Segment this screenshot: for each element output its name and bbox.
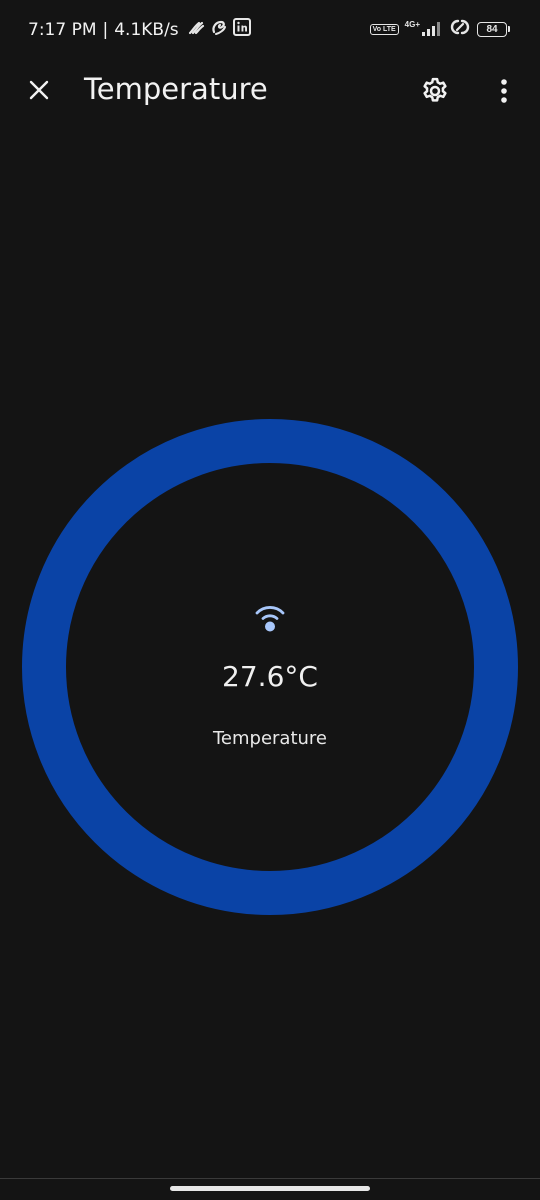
- status-left: 7:17 PM | 4.1KB/s: [28, 18, 251, 41]
- page-title: Temperature: [84, 72, 268, 106]
- status-right: Vo LTE 4G+ 84: [369, 18, 510, 40]
- airtel-icon: [187, 20, 205, 40]
- more-vert-icon: [501, 79, 507, 103]
- status-bar: 7:17 PM | 4.1KB/s Vo LTE 4G+ 84: [0, 0, 540, 62]
- more-options-button[interactable]: [486, 70, 522, 112]
- status-separator: |: [102, 19, 109, 40]
- hotspot-icon: [449, 18, 471, 40]
- notification-icons: [187, 18, 251, 41]
- gear-icon: [423, 77, 447, 102]
- close-button[interactable]: [20, 71, 58, 109]
- volte-label: Vo LTE: [372, 25, 396, 33]
- settings-button[interactable]: [414, 70, 456, 112]
- temperature-gauge[interactable]: 27.6°C Temperature: [22, 419, 518, 915]
- sensor-signal-icon: [255, 606, 285, 632]
- clock: 7:17 PM: [28, 19, 97, 40]
- nav-divider: [0, 1178, 540, 1179]
- temperature-value: 27.6°C: [222, 660, 318, 693]
- app-bar: Temperature: [0, 62, 540, 120]
- battery-tip: [508, 26, 510, 32]
- gesture-handle[interactable]: [170, 1186, 370, 1191]
- volte-icon: Vo LTE: [369, 23, 399, 35]
- temperature-label: Temperature: [212, 728, 328, 749]
- signal-icon: 4G+: [405, 21, 443, 37]
- battery-level: 84: [486, 23, 498, 35]
- battery-body: 84: [477, 21, 507, 37]
- gauge-center: 27.6°C Temperature: [22, 419, 518, 915]
- network-speed: 4.1KB/s: [114, 19, 179, 40]
- battery-icon: 84: [477, 21, 510, 37]
- network-type: 4G+: [404, 20, 420, 29]
- close-icon: [29, 80, 49, 100]
- swirl-icon: [210, 18, 228, 41]
- linkedin-icon: [232, 18, 251, 41]
